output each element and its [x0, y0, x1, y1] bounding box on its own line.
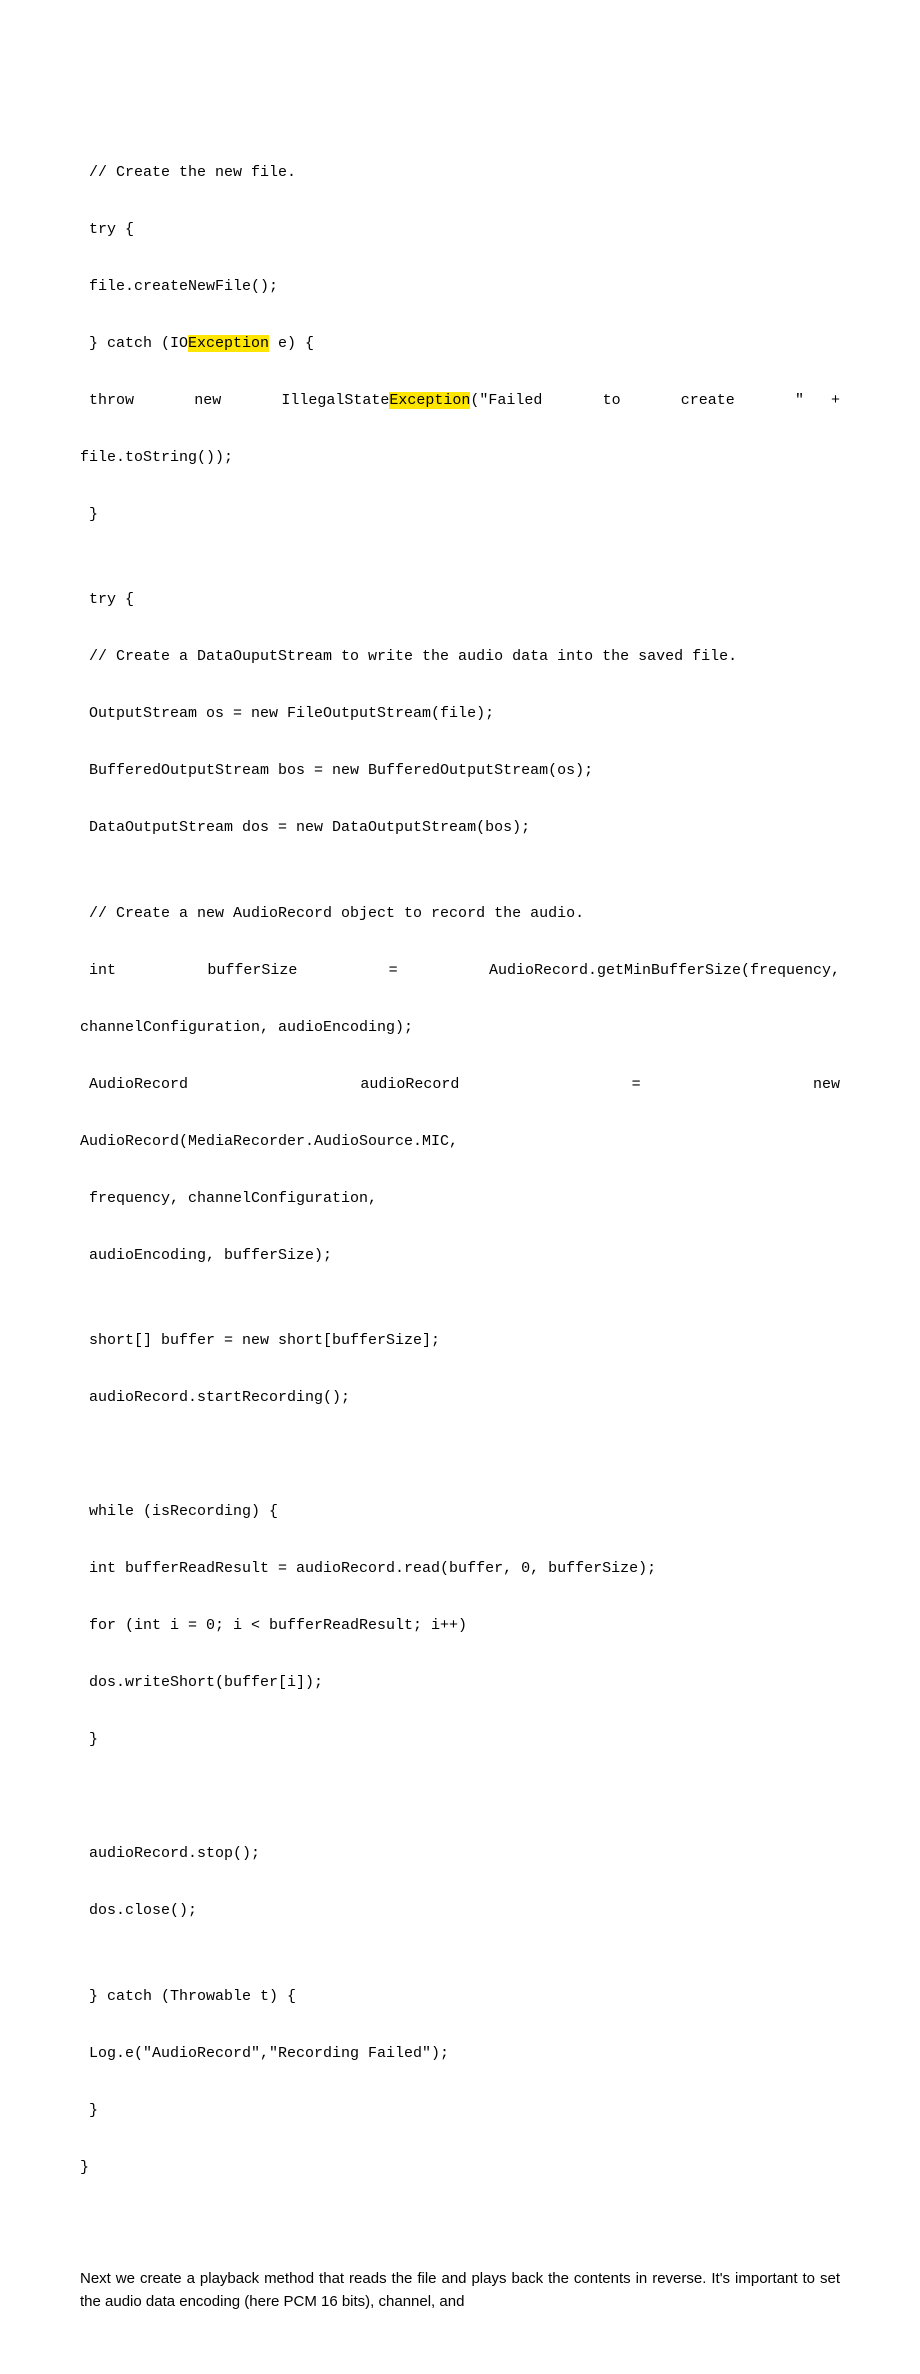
code-line: BufferedOutputStream bos = new BufferedO… — [80, 757, 840, 786]
code-line: DataOutputStream dos = new DataOutputStr… — [80, 814, 840, 843]
code-line: file.toString()); — [80, 444, 840, 473]
code-line: int bufferReadResult = audioRecord.read(… — [80, 1555, 840, 1584]
code-line: audioRecord.stop(); — [80, 1840, 840, 1869]
body-paragraph: Next we create a playback method that re… — [80, 2267, 840, 2314]
highlight: Exception — [389, 392, 470, 409]
code-line: channelConfiguration, audioEncoding); — [80, 1014, 840, 1043]
code-line: thrownewIllegalStateException("Failedtoc… — [80, 387, 840, 416]
code-line: intbufferSize=AudioRecord.getMinBufferSi… — [80, 957, 840, 986]
code-line: } catch (IOException e) { — [80, 330, 840, 359]
code-line: frequency, channelConfiguration, — [80, 1185, 840, 1214]
code-line: file.createNewFile(); — [80, 273, 840, 302]
code-line: AudioRecordaudioRecord=new — [80, 1071, 840, 1100]
code-line: audioEncoding, bufferSize); — [80, 1242, 840, 1271]
code-line: // Create a DataOuputStream to write the… — [80, 643, 840, 672]
code-line: dos.close(); — [80, 1897, 840, 1926]
code-block: // Create the new file. try { file.creat… — [80, 130, 840, 2239]
code-line: } catch (Throwable t) { — [80, 1983, 840, 2012]
code-line: dos.writeShort(buffer[i]); — [80, 1669, 840, 1698]
code-line: try { — [80, 586, 840, 615]
code-line: short[] buffer = new short[bufferSize]; — [80, 1327, 840, 1356]
code-line: } — [80, 1726, 840, 1755]
code-line: try { — [80, 216, 840, 245]
code-line: OutputStream os = new FileOutputStream(f… — [80, 700, 840, 729]
code-line: while (isRecording) { — [80, 1498, 840, 1527]
code-line: // Create the new file. — [80, 159, 840, 188]
document-page: // Create the new file. try { file.creat… — [0, 0, 920, 2374]
code-line: Log.e("AudioRecord","Recording Failed"); — [80, 2040, 840, 2069]
code-line: AudioRecord(MediaRecorder.AudioSource.MI… — [80, 1128, 840, 1157]
code-line: } — [80, 2154, 840, 2183]
code-line: } — [80, 2097, 840, 2126]
code-line: for (int i = 0; i < bufferReadResult; i+… — [80, 1612, 840, 1641]
code-line: } — [80, 501, 840, 530]
code-line: // Create a new AudioRecord object to re… — [80, 900, 840, 929]
code-line: audioRecord.startRecording(); — [80, 1384, 840, 1413]
highlight: Exception — [188, 335, 269, 352]
